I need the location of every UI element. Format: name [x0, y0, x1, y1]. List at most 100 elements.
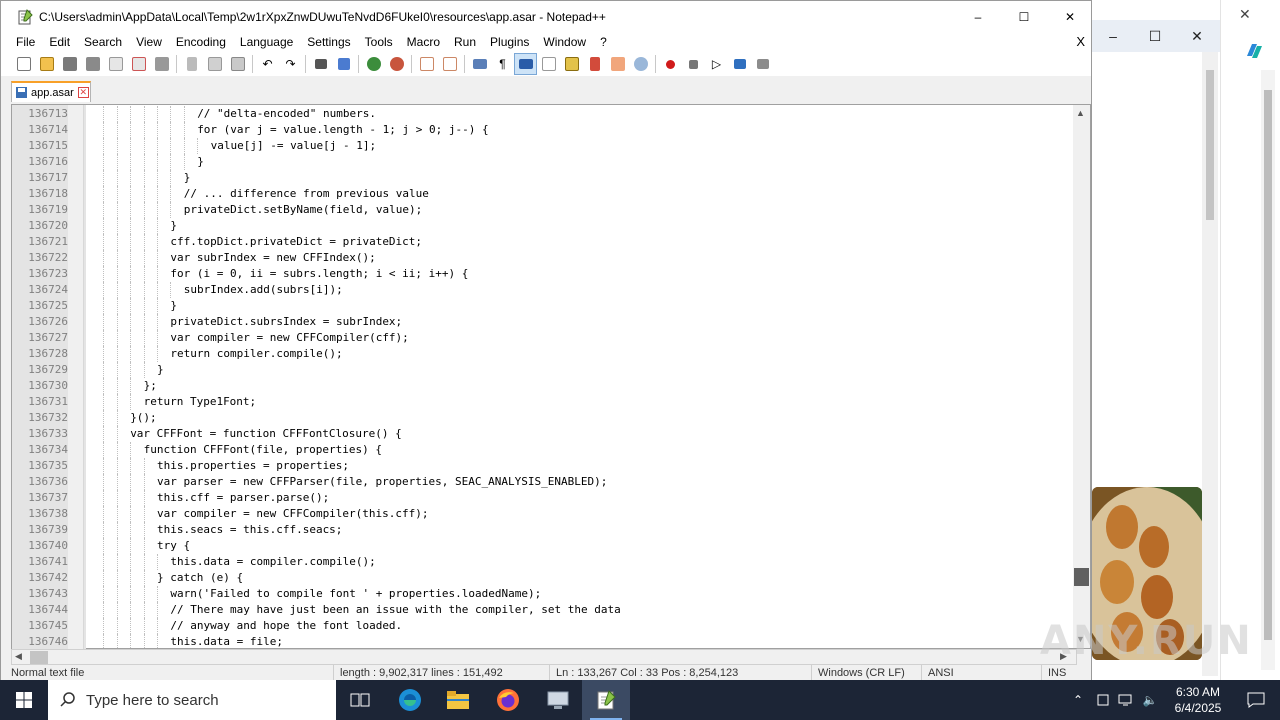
code-line[interactable]: privateDict.setByName(field, value);: [184, 202, 422, 218]
menu-view[interactable]: View: [129, 32, 169, 52]
new-file-icon[interactable]: [12, 53, 35, 75]
fold-margin[interactable]: [68, 105, 84, 650]
code-line[interactable]: var compiler = new CFFCompiler(cff);: [170, 330, 408, 346]
sync-horizontal-icon[interactable]: [438, 53, 461, 75]
undo-icon[interactable]: ↶: [256, 53, 279, 75]
code-line[interactable]: }: [197, 154, 204, 170]
volume-icon[interactable]: 🔈: [1138, 680, 1162, 720]
folder-workspace-icon[interactable]: [606, 53, 629, 75]
open-file-icon[interactable]: [35, 53, 58, 75]
code-line[interactable]: cff.topDict.privateDict = privateDict;: [170, 234, 422, 250]
start-button[interactable]: [0, 680, 48, 720]
code-line[interactable]: }: [170, 218, 177, 234]
menu-plugins[interactable]: Plugins: [483, 32, 536, 52]
save-icon[interactable]: [58, 53, 81, 75]
code-line[interactable]: }: [184, 170, 191, 186]
bg-minimize-button[interactable]: –: [1092, 20, 1134, 52]
network-icon[interactable]: [1114, 680, 1138, 720]
word-wrap-icon[interactable]: [468, 53, 491, 75]
minimize-button[interactable]: –: [955, 1, 1001, 32]
show-hidden-icons-icon[interactable]: ⌃: [1066, 680, 1090, 720]
zoom-out-icon[interactable]: [385, 53, 408, 75]
scroll-up-arrow-icon[interactable]: ▲: [1076, 108, 1085, 118]
code-line[interactable]: }: [157, 362, 164, 378]
code-line[interactable]: for (i = 0, ii = subrs.length; i < ii; i…: [170, 266, 468, 282]
code-line[interactable]: this.properties = properties;: [157, 458, 349, 474]
bg-scrollbar-thumb[interactable]: [1206, 70, 1214, 220]
close-button[interactable]: ✕: [1047, 1, 1093, 32]
code-line[interactable]: this.seacs = this.cff.seacs;: [157, 522, 342, 538]
notification-center-icon[interactable]: [1232, 680, 1280, 720]
code-line[interactable]: // ... difference from previous value: [184, 186, 429, 202]
menu-settings[interactable]: Settings: [300, 32, 357, 52]
show-all-chars-icon[interactable]: ¶: [491, 53, 514, 75]
copilot-icon[interactable]: [1243, 40, 1265, 62]
code-line[interactable]: this.data = file;: [170, 634, 283, 650]
function-list-icon[interactable]: [583, 53, 606, 75]
doc-map-icon[interactable]: [560, 53, 583, 75]
record-macro-icon[interactable]: [659, 53, 682, 75]
print-icon[interactable]: [150, 53, 173, 75]
code-line[interactable]: }();: [130, 410, 157, 426]
tab-app-asar[interactable]: app.asar ✕: [11, 81, 91, 102]
code-line[interactable]: // anyway and hope the font loaded.: [170, 618, 402, 634]
taskbar-clock[interactable]: 6:30 AM 6/4/2025: [1160, 680, 1236, 720]
code-line[interactable]: for (var j = value.length - 1; j > 0; j-…: [197, 122, 488, 138]
code-line[interactable]: var CFFFont = function CFFFontClosure() …: [130, 426, 402, 442]
panel-close-icon[interactable]: ✕: [1239, 6, 1251, 23]
menu-run[interactable]: Run: [447, 32, 483, 52]
panel-scrollbar[interactable]: [1261, 70, 1275, 670]
zoom-in-icon[interactable]: [362, 53, 385, 75]
vertical-scrollbar-thumb[interactable]: [1074, 568, 1089, 586]
code-line[interactable]: try {: [157, 538, 190, 554]
code-line[interactable]: warn('Failed to compile font ' + propert…: [170, 586, 541, 602]
menu-search[interactable]: Search: [77, 32, 129, 52]
menu-help[interactable]: ?: [593, 32, 614, 52]
redo-icon[interactable]: ↷: [279, 53, 302, 75]
code-line[interactable]: var subrIndex = new CFFIndex();: [170, 250, 375, 266]
sync-vertical-icon[interactable]: [415, 53, 438, 75]
stop-macro-icon[interactable]: [682, 53, 705, 75]
task-view-icon[interactable]: [336, 680, 384, 720]
taskbar-search-box[interactable]: Type here to search: [48, 680, 336, 720]
bg-scrollbar[interactable]: [1202, 52, 1218, 676]
code-line[interactable]: return compiler.compile();: [170, 346, 342, 362]
file-explorer-icon[interactable]: [434, 680, 482, 720]
save-all-icon[interactable]: [81, 53, 104, 75]
udl-icon[interactable]: [537, 53, 560, 75]
code-line[interactable]: subrIndex.add(subrs[i]);: [184, 282, 343, 298]
code-line[interactable]: privateDict.subrsIndex = subrIndex;: [170, 314, 402, 330]
code-line[interactable]: var parser = new CFFParser(file, propert…: [157, 474, 607, 490]
copy-icon[interactable]: [203, 53, 226, 75]
horizontal-scrollbar-thumb[interactable]: [30, 651, 48, 664]
menu-window[interactable]: Window: [536, 32, 593, 52]
cut-icon[interactable]: [180, 53, 203, 75]
code-line[interactable]: return Type1Font;: [144, 394, 257, 410]
code-line[interactable]: this.cff = parser.parse();: [157, 490, 329, 506]
code-line[interactable]: var compiler = new CFFCompiler(this.cff)…: [157, 506, 429, 522]
bg-close-button[interactable]: ✕: [1176, 20, 1218, 52]
close-file-icon[interactable]: [104, 53, 127, 75]
bg-maximize-button[interactable]: ☐: [1134, 20, 1176, 52]
code-line[interactable]: }: [170, 298, 177, 314]
menu-tools[interactable]: Tools: [358, 32, 400, 52]
firefox-icon[interactable]: [484, 680, 532, 720]
code-line[interactable]: // There may have just been an issue wit…: [170, 602, 620, 618]
code-line[interactable]: } catch (e) {: [157, 570, 243, 586]
close-document-button[interactable]: X: [1076, 32, 1085, 52]
menu-file[interactable]: File: [9, 32, 42, 52]
paste-icon[interactable]: [226, 53, 249, 75]
menu-macro[interactable]: Macro: [400, 32, 447, 52]
scroll-left-arrow-icon[interactable]: ◀: [15, 651, 22, 662]
replace-icon[interactable]: [332, 53, 355, 75]
menu-edit[interactable]: Edit: [42, 32, 77, 52]
vertical-scrollbar[interactable]: ▲ ▼: [1073, 105, 1090, 648]
code-line[interactable]: this.data = compiler.compile();: [170, 554, 375, 570]
code-line[interactable]: // "delta-encoded" numbers.: [197, 106, 376, 122]
horizontal-scrollbar[interactable]: ◀ ▶: [11, 649, 1077, 665]
find-icon[interactable]: [309, 53, 332, 75]
play-macro-icon[interactable]: ▷: [705, 53, 728, 75]
close-all-icon[interactable]: [127, 53, 150, 75]
code-line[interactable]: value[j] -= value[j - 1];: [211, 138, 377, 154]
run-macro-multiple-icon[interactable]: [728, 53, 751, 75]
